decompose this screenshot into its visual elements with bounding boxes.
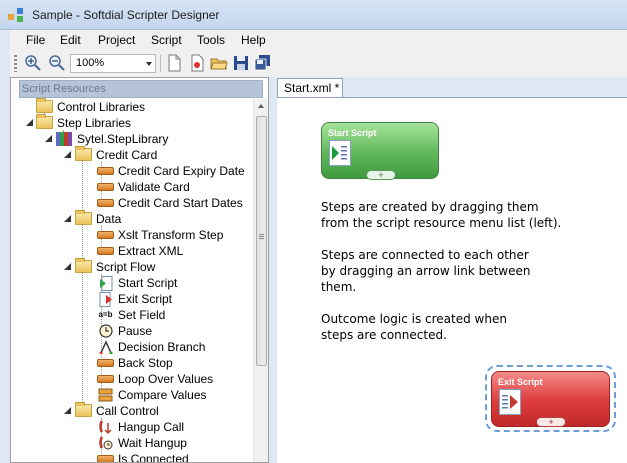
step-icon	[97, 359, 114, 367]
tree-item-exit-script[interactable]: Exit Script	[97, 291, 253, 307]
tree-item-loop-over-values[interactable]: Loop Over Values	[97, 371, 253, 387]
expand-arrow-icon[interactable]	[26, 119, 33, 126]
tree-item-set-field[interactable]: a=b Set Field	[97, 307, 253, 323]
tree-item-extract-xml[interactable]: Extract XML	[97, 243, 253, 259]
scroll-up-icon[interactable]	[258, 104, 264, 108]
step-icon	[97, 247, 114, 255]
step-icon	[97, 375, 114, 383]
folder-icon	[75, 210, 92, 225]
grip-icon	[259, 234, 264, 240]
zoom-select[interactable]: 100%	[70, 54, 156, 73]
title-bar: Sample - Softdial Scripter Designer	[0, 0, 627, 30]
tree-item-credit-card-start-dates[interactable]: Credit Card Start Dates	[97, 195, 253, 211]
add-link-button[interactable]: +	[366, 170, 396, 180]
window-title: Sample - Softdial Scripter Designer	[32, 8, 220, 22]
expand-arrow-icon[interactable]	[64, 215, 71, 222]
scroll-thumb[interactable]	[256, 116, 267, 366]
step-icon	[97, 167, 114, 175]
menu-script[interactable]: Script	[151, 33, 182, 47]
folder-icon	[36, 114, 53, 129]
step-title: Start Script	[328, 128, 377, 138]
tree-item-xslt-transform-step[interactable]: Xslt Transform Step	[97, 227, 253, 243]
set-field-icon: a=b	[98, 310, 113, 319]
expand-arrow-icon[interactable]	[45, 135, 52, 142]
toolbar-separator	[160, 55, 161, 72]
menu-file[interactable]: File	[26, 33, 45, 47]
new-file-icon[interactable]	[165, 54, 183, 72]
step-icon	[97, 455, 114, 462]
tab-start-xml[interactable]: Start.xml *	[277, 78, 343, 97]
step-icon	[97, 199, 114, 207]
zoom-in-icon[interactable]	[24, 54, 42, 72]
resource-tree: Control Libraries Step Libraries Sytel.S…	[11, 78, 253, 462]
zoom-out-icon[interactable]	[48, 54, 66, 72]
tree-item-credit-card-expiry-date[interactable]: Credit Card Expiry Date	[97, 163, 253, 179]
menu-edit[interactable]: Edit	[60, 33, 81, 47]
help-paragraph: Outcome logic is created when steps are …	[321, 312, 507, 342]
folder-icon	[75, 258, 92, 273]
add-link-button[interactable]: +	[536, 417, 566, 427]
tree-item-decision-branch[interactable]: Decision Branch	[97, 339, 253, 355]
expand-arrow-icon[interactable]	[64, 263, 71, 270]
folder-icon	[75, 402, 92, 417]
save-icon[interactable]	[232, 54, 250, 72]
toolbar-grip[interactable]	[14, 55, 17, 72]
exit-script-step[interactable]: Exit Script +	[491, 371, 610, 427]
tree-item-script-flow[interactable]: Script Flow	[64, 258, 253, 275]
tree-scrollbar[interactable]	[253, 99, 268, 462]
tab-label: Start.xml *	[284, 81, 340, 95]
tree-item-start-script[interactable]: Start Script	[97, 275, 253, 291]
toolbar: 100%	[10, 50, 627, 77]
menu-bar: File Edit Project Script Tools Help	[10, 30, 627, 50]
new-script-icon[interactable]	[188, 54, 206, 72]
zoom-value: 100%	[76, 57, 105, 69]
tree-item-pause[interactable]: Pause	[97, 323, 253, 339]
tree-item-call-control[interactable]: Call Control	[64, 402, 253, 419]
tree-item-hangup-call[interactable]: Hangup Call	[97, 419, 253, 435]
exit-script-icon	[499, 389, 521, 415]
open-folder-icon[interactable]	[210, 54, 228, 72]
tree-item-validate-card[interactable]: Validate Card	[97, 179, 253, 195]
step-title: Exit Script	[498, 377, 543, 387]
tree-item-is-connected[interactable]: Is Connected	[97, 451, 253, 462]
help-paragraph: Steps are created by dragging them from …	[321, 200, 562, 230]
expand-arrow-icon[interactable]	[64, 407, 71, 414]
folder-icon	[75, 146, 92, 161]
menu-tools[interactable]: Tools	[197, 33, 225, 47]
tree-item-back-stop[interactable]: Back Stop	[97, 355, 253, 371]
script-canvas[interactable]: Start Script + Steps are created by drag…	[277, 97, 627, 463]
tree-item-credit-card[interactable]: Credit Card	[64, 146, 253, 163]
script-resources-panel: Script Resources Control Libraries Step …	[10, 77, 269, 463]
tree-item-data[interactable]: Data	[64, 210, 253, 227]
save-all-icon[interactable]	[254, 54, 272, 72]
tree-item-wait-hangup[interactable]: Wait Hangup	[97, 435, 253, 451]
start-script-step[interactable]: Start Script +	[321, 122, 439, 180]
help-paragraph: Steps are connected to each other by dra…	[321, 248, 531, 294]
app-icon	[8, 8, 24, 22]
chevron-down-icon	[146, 62, 152, 66]
tree-item-step-libraries[interactable]: Step Libraries	[26, 114, 253, 131]
step-icon	[97, 231, 114, 239]
library-icon	[56, 132, 72, 146]
tree-item-sytel-steplibrary[interactable]: Sytel.StepLibrary	[45, 131, 253, 147]
step-icon	[97, 183, 114, 191]
selected-step-outline: Exit Script +	[485, 365, 616, 432]
tree-item-control-libraries[interactable]: Control Libraries	[36, 98, 253, 115]
folder-icon	[36, 98, 53, 113]
tree-item-compare-values[interactable]: Compare Values	[97, 387, 253, 403]
menu-help[interactable]: Help	[241, 33, 266, 47]
document-area: Start.xml * Start Script + Steps are cre…	[275, 77, 627, 463]
start-script-icon	[329, 140, 351, 166]
expand-arrow-icon[interactable]	[64, 151, 71, 158]
menu-project[interactable]: Project	[98, 33, 135, 47]
